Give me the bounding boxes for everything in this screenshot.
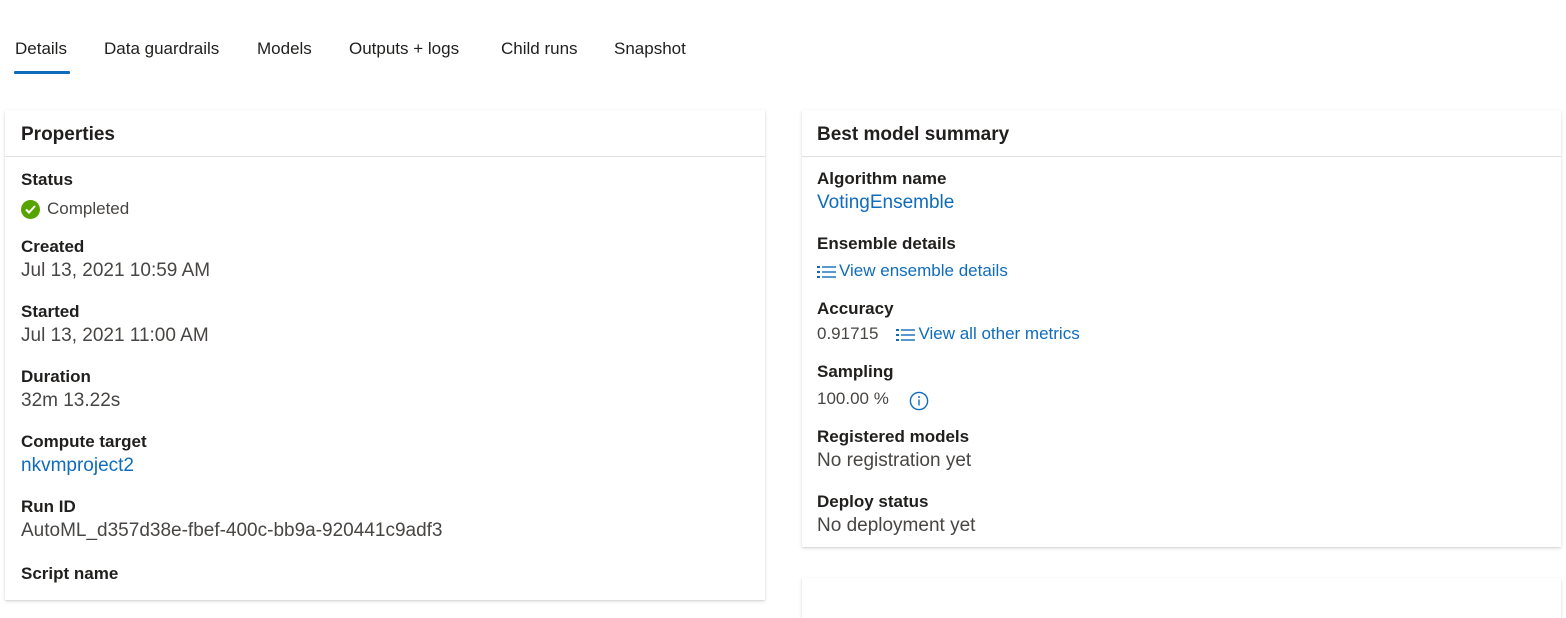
sampling-label: Sampling xyxy=(817,362,894,381)
started-label: Started xyxy=(21,302,80,321)
deploy-status-value: No deployment yet xyxy=(817,515,976,536)
ensemble-field: Ensemble details View ensemble details xyxy=(817,233,1008,284)
tab-models[interactable]: Models xyxy=(257,36,312,62)
tab-snapshot[interactable]: Snapshot xyxy=(614,36,686,62)
view-ensemble-details-label: View ensemble details xyxy=(839,261,1008,280)
started-value: Jul 13, 2021 11:00 AM xyxy=(21,325,209,346)
list-icon xyxy=(817,266,836,278)
tab-active-indicator xyxy=(14,71,70,74)
algorithm-field: Algorithm name VotingEnsemble xyxy=(817,168,954,216)
best-model-summary-card: Best model summary Algorithm name Voting… xyxy=(802,110,1561,547)
properties-title: Properties xyxy=(5,110,765,157)
compute-target-link[interactable]: nkvmproject2 xyxy=(21,453,147,479)
script-name-field: Script name xyxy=(21,563,118,585)
duration-label: Duration xyxy=(21,367,91,386)
run-id-value: AutoML_d357d38e-fbef-400c-bb9a-920441c9a… xyxy=(21,520,443,541)
deploy-status-field: Deploy status No deployment yet xyxy=(817,491,975,539)
check-circle-icon xyxy=(21,199,40,219)
view-all-metrics-label: View all other metrics xyxy=(918,324,1080,343)
duration-field: Duration 32m 13.22s xyxy=(21,366,120,414)
registered-models-label: Registered models xyxy=(817,427,970,446)
registered-models-value: No registration yet xyxy=(817,450,972,471)
algorithm-label: Algorithm name xyxy=(817,169,947,188)
created-label: Created xyxy=(21,237,85,256)
created-value: Jul 13, 2021 10:59 AM xyxy=(21,260,211,281)
tab-data-guardrails[interactable]: Data guardrails xyxy=(104,36,219,62)
next-card-partial xyxy=(802,578,1561,618)
info-icon[interactable] xyxy=(909,391,929,411)
tab-details[interactable]: Details xyxy=(15,36,67,62)
list-icon xyxy=(896,329,916,341)
registered-models-field: Registered models No registration yet xyxy=(817,426,971,474)
compute-target-field: Compute target nkvmproject2 xyxy=(21,431,147,479)
run-id-field: Run ID AutoML_d357d38e-fbef-400c-bb9a-92… xyxy=(21,496,443,544)
sampling-value: 100.00 % xyxy=(817,389,889,408)
accuracy-label: Accuracy xyxy=(817,299,894,318)
sampling-field: Sampling 100.00 % xyxy=(817,361,929,412)
view-all-metrics-link[interactable]: View all other metrics xyxy=(896,321,1080,347)
started-field: Started Jul 13, 2021 11:00 AM xyxy=(21,301,209,349)
created-field: Created Jul 13, 2021 10:59 AM xyxy=(21,236,210,284)
accuracy-field: Accuracy 0.91715 View all other metrics xyxy=(817,298,1080,347)
summary-title: Best model summary xyxy=(802,110,1561,157)
run-id-label: Run ID xyxy=(21,497,76,516)
duration-value: 32m 13.22s xyxy=(21,390,121,411)
properties-card: Properties Status Completed Created Jul … xyxy=(5,110,765,600)
status-value: Completed xyxy=(47,199,130,218)
status-label: Status xyxy=(21,170,73,189)
deploy-status-label: Deploy status xyxy=(817,492,929,511)
script-name-label: Script name xyxy=(21,564,119,583)
status-field: Status Completed xyxy=(21,169,129,222)
algorithm-link[interactable]: VotingEnsemble xyxy=(817,190,954,216)
tab-outputs-logs[interactable]: Outputs + logs xyxy=(349,36,459,62)
compute-target-label: Compute target xyxy=(21,432,147,451)
accuracy-value: 0.91715 xyxy=(817,324,879,343)
tab-child-runs[interactable]: Child runs xyxy=(501,36,578,62)
view-ensemble-details-link[interactable]: View ensemble details xyxy=(817,258,1008,284)
ensemble-label: Ensemble details xyxy=(817,234,956,253)
